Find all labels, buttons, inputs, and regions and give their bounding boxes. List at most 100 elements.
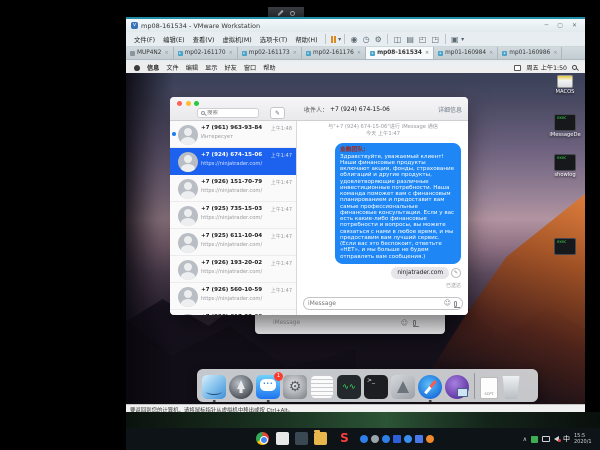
link-bubble[interactable]: ninjatrader.com: [391, 267, 449, 279]
launchpad-icon[interactable]: [229, 375, 253, 399]
mac-menu-file[interactable]: 文件: [166, 63, 178, 72]
terminal-icon[interactable]: [364, 375, 388, 399]
mac-menu-edit[interactable]: 编辑: [186, 63, 198, 72]
spotlight-search-icon[interactable]: [572, 65, 577, 70]
menu-help[interactable]: 帮助(H): [291, 35, 321, 44]
tray-chevron-icon[interactable]: ∧: [523, 436, 527, 443]
tab-close-icon[interactable]: ×: [489, 50, 493, 56]
console-view-icon[interactable]: ▣: [449, 35, 462, 44]
close-button[interactable]: ✕: [569, 22, 580, 29]
screen-sharing-icon[interactable]: [445, 375, 469, 399]
activity-monitor-icon[interactable]: [337, 375, 361, 399]
sogou-input-icon[interactable]: S: [338, 432, 351, 445]
menu-view[interactable]: 查看(V): [189, 35, 219, 44]
toolbar-mini-icon-3[interactable]: [393, 435, 401, 443]
trash-icon[interactable]: [501, 376, 521, 399]
microphone-icon[interactable]: [413, 320, 416, 326]
conversation-row[interactable]: +7 (926) 560-10-59上午1:47 https://ninjatr…: [170, 283, 296, 310]
edit-pencil-icon[interactable]: ✎: [451, 268, 461, 278]
file-explorer-icon[interactable]: [314, 432, 327, 445]
vm-tab-mp02-161170[interactable]: ▸mp02-161170×: [174, 47, 238, 59]
conversation-row[interactable]: +7 (925) 611-10-04上午1:47 https://ninjatr…: [170, 229, 296, 256]
pause-vm-icon[interactable]: [329, 36, 339, 43]
conversation-row[interactable]: +7 (926) 193-20-02上午1:47 https://ninjatr…: [170, 256, 296, 283]
maximize-button[interactable]: ▢: [554, 22, 566, 29]
message-input[interactable]: [308, 300, 441, 307]
vm-tab-mp01-160984[interactable]: ▸mp01-160984×: [434, 47, 498, 59]
textedit-icon[interactable]: [310, 375, 334, 399]
search-input[interactable]: [207, 110, 255, 116]
chrome-taskbar-icon[interactable]: [256, 432, 269, 445]
library-panel-icon[interactable]: ◫: [391, 35, 404, 44]
tray-volume-muted-icon[interactable]: [554, 436, 559, 442]
tab-close-icon[interactable]: ×: [357, 50, 361, 56]
system-preferences-icon[interactable]: [283, 375, 307, 399]
tray-clock[interactable]: 15:5 2020/1: [574, 433, 598, 446]
snapshot-revert-icon[interactable]: ◷: [360, 35, 372, 44]
toolbar-mini-mic-icon[interactable]: [382, 435, 390, 443]
vm-tab-mup4n2[interactable]: MUP4N2×: [126, 47, 174, 59]
menu-edit[interactable]: 编辑(E): [159, 35, 189, 44]
toolbar-mini-icon-2[interactable]: [371, 435, 379, 443]
menu-vm[interactable]: 虚拟机(M): [218, 35, 255, 44]
tab-close-icon[interactable]: ×: [164, 50, 168, 56]
dark-app-taskbar-icon[interactable]: [295, 432, 308, 445]
conversation-search[interactable]: [197, 108, 259, 118]
details-link[interactable]: 详细信息: [438, 105, 462, 114]
desktop-icon-showlog[interactable]: exec showlog: [545, 154, 585, 178]
script-file-icon[interactable]: [480, 377, 498, 399]
tab-close-icon[interactable]: ×: [553, 50, 557, 56]
toolbar-mini-icon-4[interactable]: [404, 435, 412, 443]
tray-ime-indicator[interactable]: 中: [563, 434, 570, 444]
snapshot-take-icon[interactable]: ◉: [348, 35, 360, 44]
compose-button[interactable]: ✎: [270, 107, 285, 119]
vm-tab-mp02-161176[interactable]: ▸mp02-161176×: [302, 47, 366, 59]
toolbar-mini-icon-1[interactable]: [360, 435, 368, 443]
thumbnail-bar-icon[interactable]: ▤: [404, 35, 417, 44]
conversation-row[interactable]: +7 (926) 151-70-79上午1:47 https://ninjatr…: [170, 175, 296, 202]
tab-close-icon[interactable]: ×: [293, 50, 297, 56]
fullscreen-icon[interactable]: ◰: [416, 35, 429, 44]
console-dropdown-caret[interactable]: ▾: [461, 36, 464, 43]
close-window-button[interactable]: [177, 101, 182, 106]
safari-icon[interactable]: [418, 375, 442, 399]
input-source-icon[interactable]: [514, 65, 521, 71]
mac-menu-window[interactable]: 窗口: [244, 63, 256, 72]
mac-menu-help[interactable]: 帮助: [263, 63, 275, 72]
mac-menu-messages[interactable]: 信息: [147, 63, 159, 72]
finder-icon[interactable]: [202, 375, 226, 399]
messages-dock-icon[interactable]: 1: [256, 375, 280, 399]
desktop-icon-imessagede[interactable]: exec iMessageDe: [545, 114, 585, 138]
apple-menu-icon[interactable]: [134, 65, 140, 71]
tab-close-icon[interactable]: ×: [425, 50, 429, 56]
menu-tabs[interactable]: 选项卡(T): [256, 35, 292, 44]
vm-tab-mp02-161173[interactable]: ▸mp02-161173×: [238, 47, 302, 59]
minimize-window-button[interactable]: [186, 101, 191, 106]
toolbar-mini-icon-5[interactable]: [426, 435, 434, 443]
archive-utility-icon[interactable]: [391, 375, 415, 399]
vm-tab-mp08-161534-active[interactable]: ▸mp08-161534×: [366, 47, 434, 59]
vm-tab-mp01-160986[interactable]: ▸mp01-160986×: [498, 47, 562, 59]
emoji-picker-icon[interactable]: ☺: [401, 320, 408, 327]
background-messages-window[interactable]: iMessage ☺: [255, 312, 445, 334]
toolbar-mini-grid-icon[interactable]: [415, 435, 423, 443]
tray-antivirus-icon[interactable]: [531, 436, 538, 443]
microphone-icon[interactable]: [454, 301, 457, 307]
tray-network-icon[interactable]: [542, 436, 550, 442]
minimize-button[interactable]: ─: [542, 22, 552, 29]
snapshot-manager-icon[interactable]: ⚙: [372, 35, 384, 44]
tab-close-icon[interactable]: ×: [229, 50, 233, 56]
conversation-row[interactable]: +7 (925) 735-15-03上午1:47 https://ninjatr…: [170, 202, 296, 229]
mac-menu-view[interactable]: 显示: [205, 63, 217, 72]
emoji-picker-icon[interactable]: ☺: [444, 300, 451, 307]
pause-dropdown-caret[interactable]: ▾: [338, 36, 341, 43]
menu-file[interactable]: 文件(F): [130, 35, 159, 44]
conversation-row[interactable]: +7 (926) 617-30-66上午1:47 https://ninjatr…: [170, 310, 296, 315]
conversation-row-selected[interactable]: +7 (924) 674-15-06上午1:47 https://ninjatr…: [170, 148, 296, 175]
conversation-row[interactable]: +7 (961) 963-93-84上午1:48 Интересует: [170, 121, 296, 148]
mac-menu-buddies[interactable]: 好友: [225, 63, 237, 72]
menubar-clock[interactable]: 周五 上午1:50: [526, 63, 567, 72]
desktop-icon-script[interactable]: exec: [545, 238, 585, 255]
unity-mode-icon[interactable]: ◳: [429, 35, 442, 44]
desktop-icon-macos[interactable]: MACOS: [545, 75, 585, 95]
